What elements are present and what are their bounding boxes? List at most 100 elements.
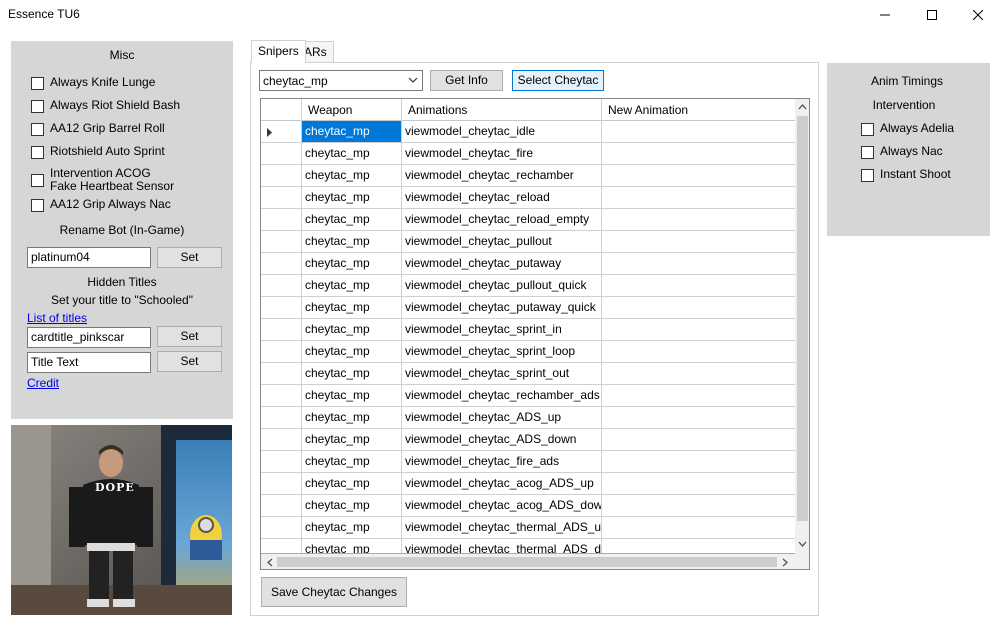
row-header[interactable] — [261, 165, 302, 187]
cell-new-animation[interactable] — [602, 165, 795, 187]
cell-weapon[interactable]: cheytac_mp — [302, 121, 402, 143]
close-button[interactable] — [955, 0, 1001, 30]
select-cheytac-button[interactable]: Select Cheytac — [512, 70, 604, 91]
table-row[interactable]: cheytac_mp viewmodel_cheytac_reload_empty — [261, 209, 795, 231]
scroll-down-icon[interactable] — [798, 541, 807, 548]
cell-animation[interactable]: viewmodel_cheytac_sprint_in — [402, 319, 602, 341]
table-row[interactable]: cheytac_mp viewmodel_cheytac_sprint_loop — [261, 341, 795, 363]
cell-animation[interactable]: viewmodel_cheytac_putaway — [402, 253, 602, 275]
checkbox-always-riot-shield-bash[interactable]: Always Riot Shield Bash — [31, 99, 180, 113]
cell-new-animation[interactable] — [602, 363, 795, 385]
row-header[interactable] — [261, 539, 302, 553]
column-header-weapon[interactable]: Weapon — [302, 99, 402, 121]
cell-animation[interactable]: viewmodel_cheytac_fire_ads — [402, 451, 602, 473]
checkbox-box[interactable] — [31, 123, 44, 136]
row-header[interactable] — [261, 253, 302, 275]
cell-animation[interactable]: viewmodel_cheytac_acog_ADS_down — [402, 495, 602, 517]
row-header[interactable] — [261, 363, 302, 385]
cell-new-animation[interactable] — [602, 451, 795, 473]
row-header[interactable] — [261, 143, 302, 165]
cell-new-animation[interactable] — [602, 385, 795, 407]
column-header-new-animation[interactable]: New Animation — [602, 99, 795, 121]
table-row[interactable]: cheytac_mp viewmodel_cheytac_fire_ads — [261, 451, 795, 473]
cell-new-animation[interactable] — [602, 341, 795, 363]
cell-new-animation[interactable] — [602, 143, 795, 165]
table-row[interactable]: cheytac_mp viewmodel_cheytac_sprint_out — [261, 363, 795, 385]
checkbox-box[interactable] — [31, 100, 44, 113]
checkbox-always-nac[interactable]: Always Nac — [861, 145, 943, 159]
table-row[interactable]: cheytac_mp viewmodel_cheytac_putaway_quic… — [261, 297, 795, 319]
cell-weapon[interactable]: cheytac_mp — [302, 385, 402, 407]
row-header[interactable] — [261, 209, 302, 231]
row-header[interactable] — [261, 517, 302, 539]
cell-weapon[interactable]: cheytac_mp — [302, 253, 402, 275]
cell-weapon[interactable]: cheytac_mp — [302, 319, 402, 341]
table-row[interactable]: cheytac_mp viewmodel_cheytac_pullout_quic… — [261, 275, 795, 297]
checkbox-box[interactable] — [31, 146, 44, 159]
row-header[interactable] — [261, 385, 302, 407]
cell-weapon[interactable]: cheytac_mp — [302, 143, 402, 165]
checkbox-box[interactable] — [31, 174, 44, 187]
cell-animation[interactable]: viewmodel_cheytac_sprint_out — [402, 363, 602, 385]
row-header[interactable] — [261, 121, 302, 143]
weapon-combo[interactable]: cheytac_mp — [259, 70, 423, 91]
cell-new-animation[interactable] — [602, 407, 795, 429]
row-header[interactable] — [261, 319, 302, 341]
cell-weapon[interactable]: cheytac_mp — [302, 495, 402, 517]
table-row[interactable]: cheytac_mp viewmodel_cheytac_fire — [261, 143, 795, 165]
cell-weapon[interactable]: cheytac_mp — [302, 539, 402, 553]
cell-animation[interactable]: viewmodel_cheytac_acog_ADS_up — [402, 473, 602, 495]
row-header[interactable] — [261, 231, 302, 253]
maximize-button[interactable] — [909, 0, 955, 30]
cell-animation[interactable]: viewmodel_cheytac_idle — [402, 121, 602, 143]
cell-weapon[interactable]: cheytac_mp — [302, 517, 402, 539]
tab-snipers[interactable]: Snipers — [251, 40, 306, 63]
credit-link[interactable]: Credit — [27, 376, 59, 390]
row-header[interactable] — [261, 341, 302, 363]
cell-weapon[interactable]: cheytac_mp — [302, 363, 402, 385]
get-info-button[interactable]: Get Info — [430, 70, 503, 91]
table-row[interactable]: cheytac_mp viewmodel_cheytac_acog_ADS_dow… — [261, 495, 795, 517]
cell-weapon[interactable]: cheytac_mp — [302, 209, 402, 231]
scroll-right-icon[interactable] — [782, 558, 789, 567]
cell-animation[interactable]: viewmodel_cheytac_rechamber — [402, 165, 602, 187]
cell-animation[interactable]: viewmodel_cheytac_ADS_down — [402, 429, 602, 451]
table-row[interactable]: cheytac_mp viewmodel_cheytac_reload — [261, 187, 795, 209]
checkbox-box[interactable] — [861, 123, 874, 136]
cell-weapon[interactable]: cheytac_mp — [302, 275, 402, 297]
cell-new-animation[interactable] — [602, 539, 795, 553]
table-row[interactable]: cheytac_mp viewmodel_cheytac_thermal_ADS_… — [261, 539, 795, 553]
cell-animation[interactable]: viewmodel_cheytac_thermal_ADS_do — [402, 539, 602, 553]
cell-new-animation[interactable] — [602, 319, 795, 341]
cell-new-animation[interactable] — [602, 429, 795, 451]
checkbox-box[interactable] — [861, 169, 874, 182]
checkbox-box[interactable] — [861, 146, 874, 159]
cell-weapon[interactable]: cheytac_mp — [302, 429, 402, 451]
table-row[interactable]: cheytac_mp viewmodel_cheytac_thermal_ADS_… — [261, 517, 795, 539]
table-row[interactable]: cheytac_mp viewmodel_cheytac_acog_ADS_up — [261, 473, 795, 495]
checkbox-aa12-grip-always-nac[interactable]: AA12 Grip Always Nac — [31, 198, 171, 212]
table-row[interactable]: cheytac_mp viewmodel_cheytac_ADS_up — [261, 407, 795, 429]
minimize-button[interactable] — [862, 0, 908, 30]
checkbox-aa12-grip-barrel-roll[interactable]: AA12 Grip Barrel Roll — [31, 122, 165, 136]
cell-weapon[interactable]: cheytac_mp — [302, 297, 402, 319]
save-cheytac-changes-button[interactable]: Save Cheytac Changes — [261, 577, 407, 607]
vertical-scroll-thumb[interactable] — [797, 116, 808, 521]
title-text-set-button[interactable]: Set — [157, 351, 222, 372]
row-header[interactable] — [261, 473, 302, 495]
cell-animation[interactable]: viewmodel_cheytac_thermal_ADS_up — [402, 517, 602, 539]
cell-animation[interactable]: viewmodel_cheytac_pullout_quick — [402, 275, 602, 297]
list-of-titles-link[interactable]: List of titles — [27, 311, 87, 325]
cell-weapon[interactable]: cheytac_mp — [302, 187, 402, 209]
row-header[interactable] — [261, 495, 302, 517]
table-row[interactable]: cheytac_mp viewmodel_cheytac_rechamber — [261, 165, 795, 187]
cell-animation[interactable]: viewmodel_cheytac_rechamber_ads — [402, 385, 602, 407]
checkbox-intervention-acog-heartbeat[interactable]: Intervention ACOG Fake Heartbeat Sensor — [31, 167, 174, 193]
checkbox-always-adelia[interactable]: Always Adelia — [861, 122, 954, 136]
cell-weapon[interactable]: cheytac_mp — [302, 231, 402, 253]
checkbox-always-knife-lunge[interactable]: Always Knife Lunge — [31, 76, 155, 90]
horizontal-scroll-thumb[interactable] — [277, 557, 777, 567]
scroll-up-icon[interactable] — [798, 103, 807, 110]
cell-weapon[interactable]: cheytac_mp — [302, 451, 402, 473]
cell-new-animation[interactable] — [602, 253, 795, 275]
